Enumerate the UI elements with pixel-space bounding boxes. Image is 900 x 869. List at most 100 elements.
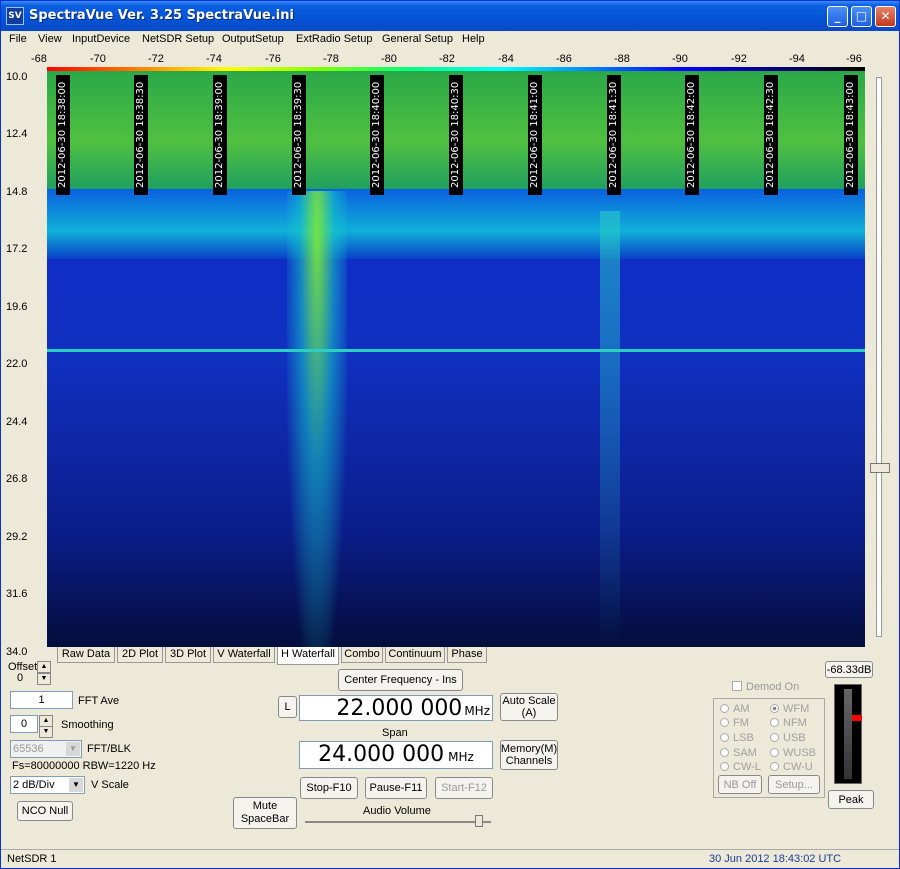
timestamp-label: 2012-06-30 18:38:30 — [134, 75, 148, 195]
peak-button[interactable]: Peak — [828, 790, 874, 809]
db-tick: -86 — [556, 53, 572, 65]
tab-continuum[interactable]: Continuum — [385, 647, 445, 663]
radio-label: USB — [783, 732, 806, 744]
db-tick: -96 — [846, 53, 862, 65]
meter-level-indicator — [852, 715, 862, 721]
mute-button[interactable]: Mute SpaceBar — [233, 797, 297, 829]
vertical-slider-thumb[interactable] — [870, 463, 890, 473]
timestamp-label: 2012-06-30 18:41:00 — [528, 75, 542, 195]
radio-nfm[interactable]: NFM — [770, 717, 807, 729]
freq-tick: 24.4 — [6, 416, 28, 428]
nb-off-button[interactable]: NB Off — [718, 775, 762, 794]
pause-button[interactable]: Pause-F11 — [365, 777, 427, 799]
dropdown-arrow-icon: ▼ — [69, 778, 83, 792]
close-button[interactable]: ✕ — [875, 6, 896, 27]
demod-mode-group: AM FM LSB SAM CW-L WFM NFM USB WUSB CW-U… — [713, 698, 825, 798]
db-tick: -80 — [381, 53, 397, 65]
start-button[interactable]: Start-F12 — [435, 777, 493, 799]
fft-ave-input[interactable]: 1 — [10, 691, 73, 709]
tab-2d-plot[interactable]: 2D Plot — [117, 647, 163, 663]
radio-wfm[interactable]: WFM — [770, 703, 809, 715]
radio-icon — [720, 762, 729, 771]
menu-view[interactable]: View — [38, 33, 62, 45]
audio-volume-slider[interactable] — [305, 821, 491, 823]
offset-up-icon[interactable]: ▲ — [37, 661, 51, 673]
db-tick: -68 — [31, 53, 47, 65]
app-icon: SV — [6, 7, 24, 25]
status-time: 30 Jun 2012 18:43:02 UTC — [709, 853, 842, 865]
timestamp-label: 2012-06-30 18:43:00 — [844, 75, 858, 195]
menu-general-setup[interactable]: General Setup — [382, 33, 453, 45]
demod-on-checkbox[interactable]: Demod On — [732, 681, 799, 693]
maximize-button[interactable]: □ — [851, 6, 872, 27]
freq-tick: 19.6 — [6, 301, 28, 313]
stop-button[interactable]: Stop-F10 — [300, 777, 358, 799]
waterfall-line — [47, 349, 865, 352]
waterfall-mid-band — [47, 189, 865, 259]
menu-bar: File View InputDevice NetSDR Setup Outpu… — [1, 31, 899, 50]
radio-icon — [770, 748, 779, 757]
radio-usb[interactable]: USB — [770, 732, 806, 744]
tab-phase[interactable]: Phase — [447, 647, 487, 663]
lock-l-button[interactable]: L — [278, 696, 297, 718]
vertical-range-slider[interactable] — [876, 77, 882, 637]
radio-cw-l[interactable]: CW-L — [720, 761, 761, 773]
offset-down-icon[interactable]: ▼ — [37, 673, 51, 685]
dropdown-arrow-icon: ▼ — [66, 742, 80, 756]
nco-null-button[interactable]: NCO Null — [17, 801, 73, 821]
menu-extradio-setup[interactable]: ExtRadio Setup — [296, 33, 372, 45]
radio-cw-u[interactable]: CW-U — [770, 761, 813, 773]
menu-file[interactable]: File — [9, 33, 27, 45]
radio-label: LSB — [733, 732, 754, 744]
menu-inputdevice[interactable]: InputDevice — [72, 33, 130, 45]
radio-icon — [720, 733, 729, 742]
menu-outputsetup[interactable]: OutputSetup — [222, 33, 284, 45]
smoothing-down-icon[interactable]: ▼ — [39, 726, 53, 738]
tab-3d-plot[interactable]: 3D Plot — [165, 647, 211, 663]
window-title: SpectraVue Ver. 3.25 SpectraVue.ini — [29, 8, 294, 23]
span-input[interactable]: 24.000 000 MHz — [299, 741, 493, 769]
tab-combo[interactable]: Combo — [341, 647, 383, 663]
vscale-select[interactable]: 2 dB/Div ▼ — [10, 776, 85, 794]
menu-netsdr-setup[interactable]: NetSDR Setup — [142, 33, 214, 45]
radio-label: WUSB — [783, 747, 816, 759]
memory-channels-button[interactable]: Memory(M) Channels — [500, 740, 558, 770]
timestamp-label: 2012-06-30 18:40:30 — [449, 75, 463, 195]
db-tick: -88 — [614, 53, 630, 65]
status-device: NetSDR 1 — [7, 853, 57, 865]
waterfall-display[interactable]: 2012-06-30 18:38:00 2012-06-30 18:38:30 … — [47, 71, 865, 647]
center-frequency-value: 22.000 000 — [336, 696, 463, 721]
tab-raw-data[interactable]: Raw Data — [57, 647, 115, 663]
minimize-button[interactable]: _ — [827, 6, 848, 27]
radio-selected-icon — [770, 704, 779, 713]
checkbox-icon — [732, 681, 742, 691]
tab-v-waterfall[interactable]: V Waterfall — [213, 647, 275, 663]
fs-rbw-text: Fs=80000000 RBW=1220 Hz — [12, 760, 156, 772]
tab-h-waterfall[interactable]: H Waterfall — [277, 647, 339, 665]
center-frequency-button[interactable]: Center Frequency - Ins — [338, 669, 463, 691]
radio-am[interactable]: AM — [720, 703, 750, 715]
radio-label: CW-U — [783, 761, 813, 773]
db-tick: -90 — [672, 53, 688, 65]
setup-button[interactable]: Setup... — [768, 775, 820, 794]
center-frequency-input[interactable]: 22.000 000 MHz — [299, 695, 493, 721]
db-tick: -82 — [439, 53, 455, 65]
signal-meter — [834, 684, 862, 784]
freq-tick: 29.2 — [6, 531, 28, 543]
smoothing-input[interactable]: 0 — [10, 715, 38, 733]
radio-wusb[interactable]: WUSB — [770, 747, 816, 759]
radio-fm[interactable]: FM — [720, 717, 749, 729]
fft-blk-value: 65536 — [13, 743, 44, 755]
db-tick: -78 — [323, 53, 339, 65]
auto-scale-button[interactable]: Auto Scale (A) — [500, 693, 558, 721]
db-tick: -70 — [90, 53, 106, 65]
fft-blk-select[interactable]: 65536 ▼ — [10, 740, 82, 758]
db-tick: -76 — [265, 53, 281, 65]
freq-tick: 14.8 — [6, 186, 28, 198]
timestamp-label: 2012-06-30 18:42:00 — [685, 75, 699, 195]
radio-lsb[interactable]: LSB — [720, 732, 754, 744]
menu-help[interactable]: Help — [462, 33, 485, 45]
center-frequency-unit: MHz — [464, 704, 490, 718]
audio-volume-thumb[interactable] — [475, 815, 483, 827]
radio-sam[interactable]: SAM — [720, 747, 757, 759]
